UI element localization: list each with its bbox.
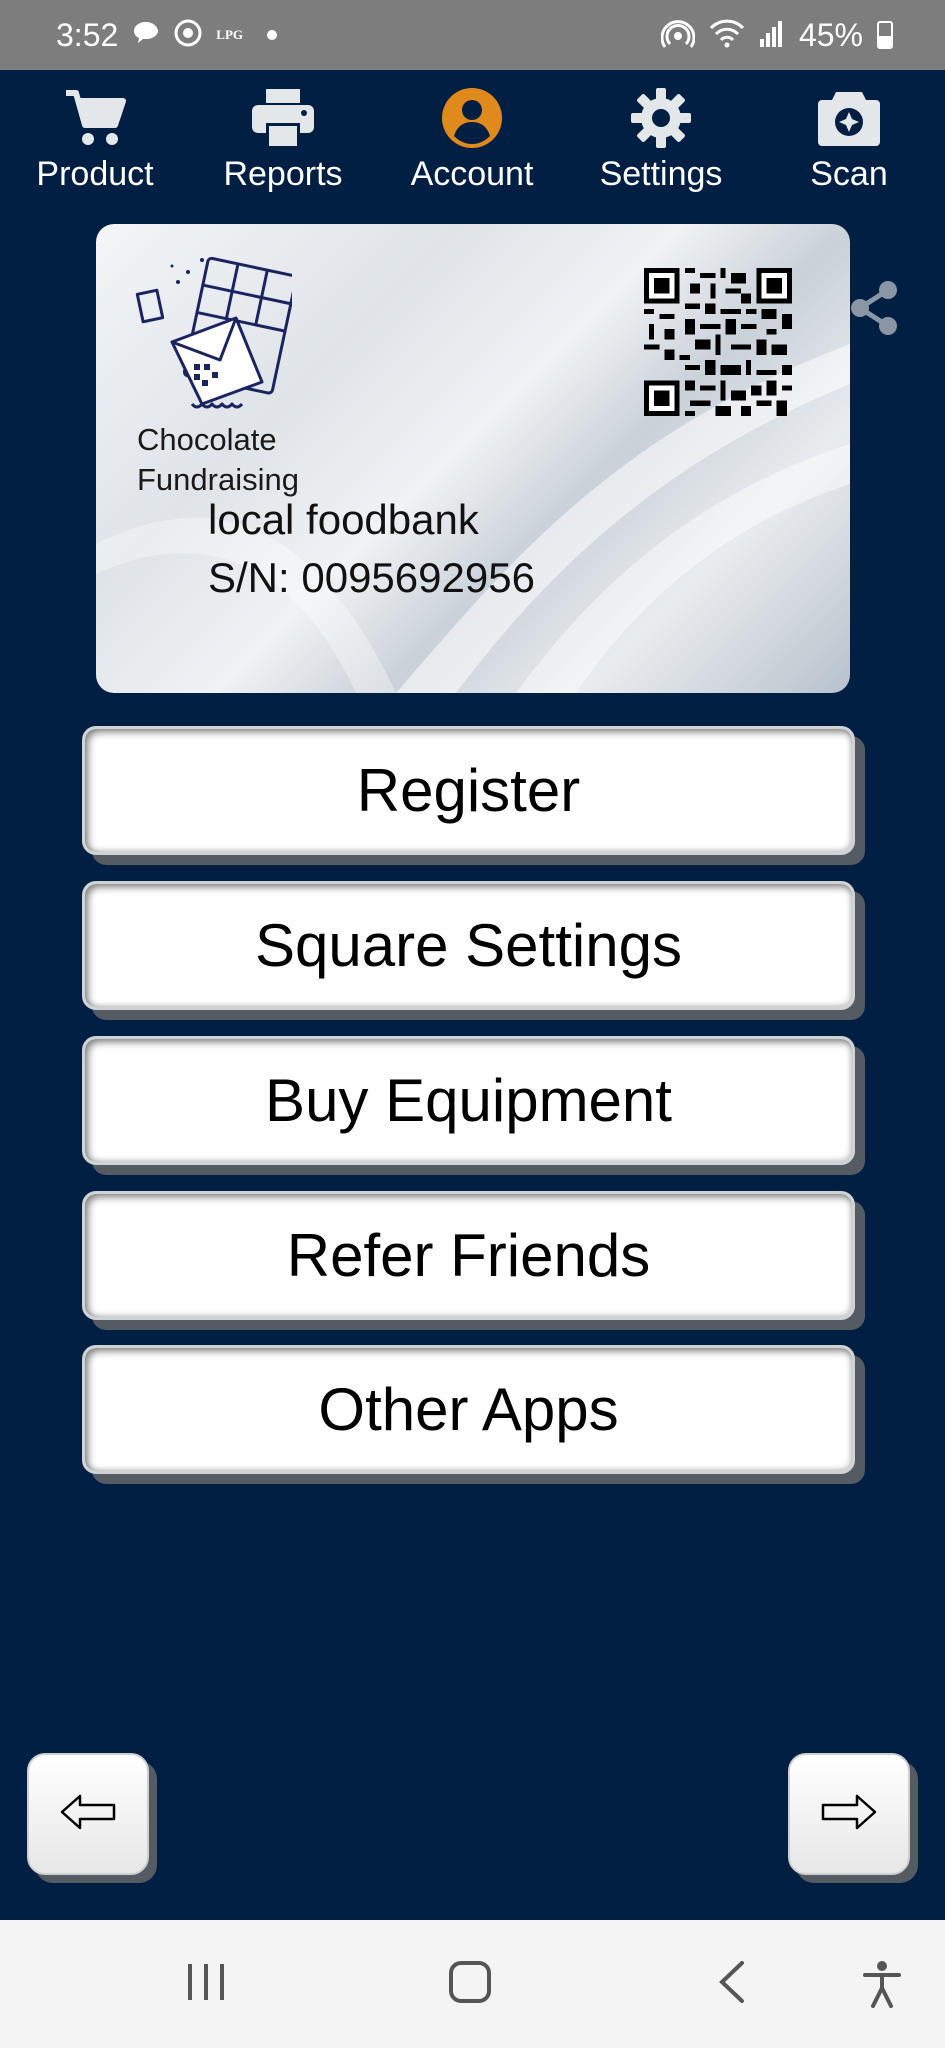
- register-button[interactable]: Register: [82, 726, 855, 855]
- qr-code-icon: [644, 268, 792, 416]
- nav-settings-label: Settings: [599, 155, 723, 193]
- top-nav: Product Reports Account Settings Scan: [0, 70, 945, 200]
- nav-scan-label: Scan: [810, 155, 888, 193]
- chat-bubble-icon: [132, 20, 160, 51]
- recent-apps-icon[interactable]: [184, 1960, 228, 2009]
- back-icon[interactable]: [716, 1960, 748, 2009]
- card-logo-line1: Chocolate: [137, 422, 277, 457]
- refer-friends-button[interactable]: Refer Friends: [82, 1191, 855, 1320]
- square-settings-button[interactable]: Square Settings: [82, 881, 855, 1010]
- card-name: local foodbank: [208, 496, 479, 543]
- home-icon[interactable]: [448, 1960, 492, 2009]
- chrome-icon: [174, 19, 202, 52]
- signal-icon: [759, 19, 785, 52]
- buy-equipment-button[interactable]: Buy Equipment: [82, 1036, 855, 1165]
- printer-icon: [250, 82, 316, 154]
- battery-icon: [877, 21, 893, 49]
- nav-account[interactable]: Account: [387, 70, 557, 200]
- carrier-tag: LPG: [216, 27, 244, 42]
- wifi-icon: [709, 18, 745, 53]
- account-card: Chocolate Fundraising local foodbank S/N…: [96, 224, 850, 693]
- status-time: 3:52: [56, 16, 119, 53]
- camera-icon: [816, 82, 882, 154]
- arrow-left-icon: [60, 1794, 116, 1835]
- hotspot-icon: [660, 18, 696, 53]
- nav-account-label: Account: [410, 155, 534, 193]
- accessibility-icon[interactable]: [862, 1960, 902, 2013]
- nav-product-label: Product: [36, 155, 154, 193]
- back-arrow-button[interactable]: [27, 1753, 149, 1875]
- share-icon[interactable]: [846, 278, 902, 343]
- battery-percent: 45%: [798, 16, 863, 53]
- cart-icon: [64, 82, 126, 154]
- card-logo-text: Chocolate Fundraising: [137, 420, 299, 500]
- nav-settings[interactable]: Settings: [576, 70, 746, 200]
- card-logo-line2: Fundraising: [137, 462, 299, 497]
- card-serial: S/N: 0095692956: [208, 554, 535, 601]
- nav-reports-label: Reports: [223, 155, 343, 193]
- notification-dot-icon: [267, 30, 278, 40]
- arrow-right-icon: [821, 1794, 877, 1835]
- account-icon: [440, 82, 504, 154]
- system-nav-bar: [0, 1920, 945, 2048]
- status-bar: 3:52 LPG 45%: [0, 0, 945, 70]
- chocolate-logo-icon: [132, 252, 298, 427]
- nav-product[interactable]: Product: [10, 70, 180, 200]
- nav-reports[interactable]: Reports: [198, 70, 368, 200]
- gear-icon: [629, 82, 693, 154]
- other-apps-button[interactable]: Other Apps: [82, 1345, 855, 1474]
- nav-scan[interactable]: Scan: [764, 70, 934, 200]
- forward-arrow-button[interactable]: [788, 1753, 910, 1875]
